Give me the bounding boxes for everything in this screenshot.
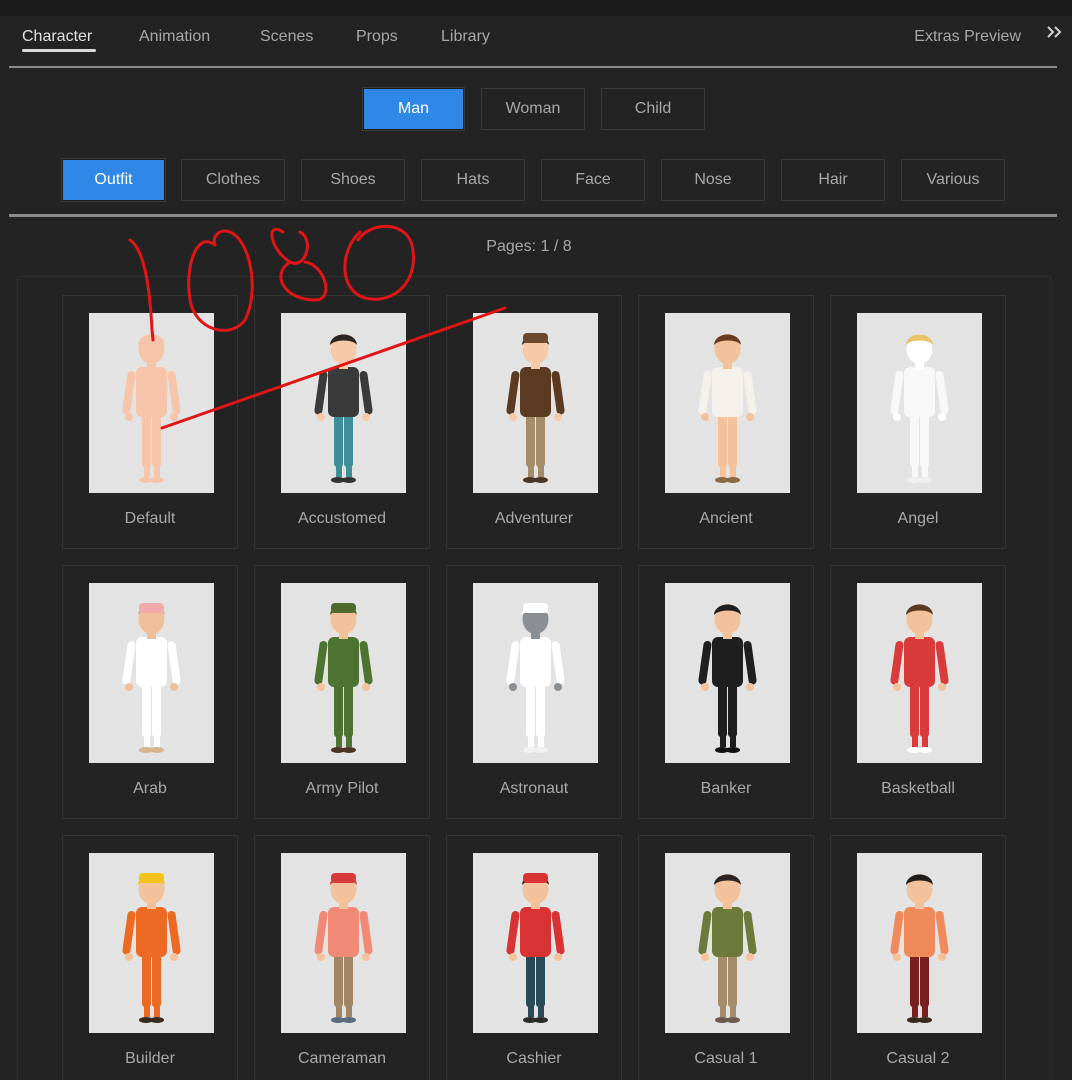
outfit-card-label: Adventurer	[494, 510, 574, 527]
outfit-thumbnail	[473, 853, 598, 1033]
tab-character[interactable]: Character	[22, 28, 97, 52]
outfit-card-label: Builder	[125, 1050, 175, 1067]
outfit-thumbnail	[89, 313, 214, 493]
category-nose-button[interactable]: Nose	[661, 159, 765, 201]
outfit-card-label: Angel	[897, 510, 939, 527]
tab-props[interactable]: Props	[356, 28, 398, 46]
outfit-card-label: Banker	[700, 780, 752, 797]
category-shoes-button[interactable]: Shoes	[301, 159, 405, 201]
character-figure-icon	[506, 333, 565, 483]
character-figure-icon	[890, 604, 949, 753]
outfit-card-label: Default	[124, 510, 176, 527]
tab-scenes[interactable]: Scenes	[260, 28, 313, 46]
character-figure-icon	[698, 874, 757, 1023]
double-chevron-right-icon[interactable]	[1046, 24, 1064, 42]
outfit-card[interactable]: Casual 1	[638, 835, 814, 1080]
outfit-card[interactable]: Builder	[62, 835, 238, 1080]
outfit-thumbnail	[89, 583, 214, 763]
outfit-card[interactable]: Default	[62, 295, 238, 549]
character-figure-icon	[314, 334, 373, 483]
category-outfit-button[interactable]: Outfit	[62, 159, 165, 201]
window-top-strip	[0, 0, 1072, 16]
outfit-card[interactable]: Cashier	[446, 835, 622, 1080]
outfit-card-label: Casual 2	[886, 1050, 950, 1067]
outfit-thumbnail	[473, 583, 598, 763]
outfit-card[interactable]: Ancient	[638, 295, 814, 549]
character-figure-icon	[122, 603, 181, 753]
outfit-thumbnail	[89, 853, 214, 1033]
outfit-card-label: Astronaut	[499, 780, 569, 797]
character-figure-icon	[314, 873, 373, 1023]
outfit-card[interactable]: Cameraman	[254, 835, 430, 1080]
category-face-button[interactable]: Face	[541, 159, 645, 201]
outfit-thumbnail	[665, 853, 790, 1033]
outfit-card-label: Ancient	[699, 510, 753, 527]
outfit-card-label: Army Pilot	[305, 780, 379, 797]
outfit-thumbnail	[665, 583, 790, 763]
outfit-card[interactable]: Accustomed	[254, 295, 430, 549]
category-hats-button[interactable]: Hats	[421, 159, 525, 201]
outfit-thumbnail	[281, 313, 406, 493]
character-figure-icon	[506, 873, 565, 1023]
outfit-card-label: Arab	[133, 780, 167, 797]
character-figure-icon	[698, 334, 757, 483]
app-root: Character Animation Scenes Props Library…	[0, 0, 1072, 1080]
category-hair-button[interactable]: Hair	[781, 159, 885, 201]
outfit-card[interactable]: Adventurer	[446, 295, 622, 549]
outfit-card-label: Cameraman	[297, 1050, 387, 1067]
character-figure-icon	[122, 334, 181, 483]
outfit-card-label: Casual 1	[694, 1050, 758, 1067]
section-divider	[9, 214, 1057, 217]
outfit-thumbnail	[473, 313, 598, 493]
outfit-card-label: Basketball	[881, 780, 955, 797]
pagination-indicator: Pages: 1 / 8	[486, 238, 572, 255]
character-figure-icon	[122, 873, 181, 1023]
top-tab-bar: Character Animation Scenes Props Library…	[9, 16, 1057, 68]
outfit-card[interactable]: Arab	[62, 565, 238, 819]
category-various-button[interactable]: Various	[901, 159, 1005, 201]
character-figure-icon	[890, 334, 949, 483]
category-clothes-button[interactable]: Clothes	[181, 159, 285, 201]
outfit-thumbnail	[281, 583, 406, 763]
outfit-card-label: Accustomed	[297, 510, 387, 527]
character-figure-icon	[314, 603, 373, 753]
extras-preview-link[interactable]: Extras Preview	[914, 28, 1021, 46]
character-figure-icon	[506, 603, 565, 753]
outfit-thumbnail	[857, 313, 982, 493]
tab-animation[interactable]: Animation	[139, 28, 210, 46]
outfit-thumbnail	[857, 583, 982, 763]
outfit-card[interactable]: Banker	[638, 565, 814, 819]
outfit-card[interactable]: Astronaut	[446, 565, 622, 819]
outfit-thumbnail	[665, 313, 790, 493]
outfit-card[interactable]: Basketball	[830, 565, 1006, 819]
tab-library[interactable]: Library	[441, 28, 490, 46]
gender-woman-button[interactable]: Woman	[481, 88, 585, 130]
gender-man-button[interactable]: Man	[363, 88, 464, 130]
character-figure-icon	[698, 604, 757, 753]
outfit-card[interactable]: Army Pilot	[254, 565, 430, 819]
outfit-card-label: Cashier	[506, 1050, 562, 1067]
outfit-card[interactable]: Casual 2	[830, 835, 1006, 1080]
gender-child-button[interactable]: Child	[601, 88, 705, 130]
outfit-thumbnail	[281, 853, 406, 1033]
character-figure-icon	[890, 874, 949, 1023]
outfit-thumbnail	[857, 853, 982, 1033]
outfit-card[interactable]: Angel	[830, 295, 1006, 549]
